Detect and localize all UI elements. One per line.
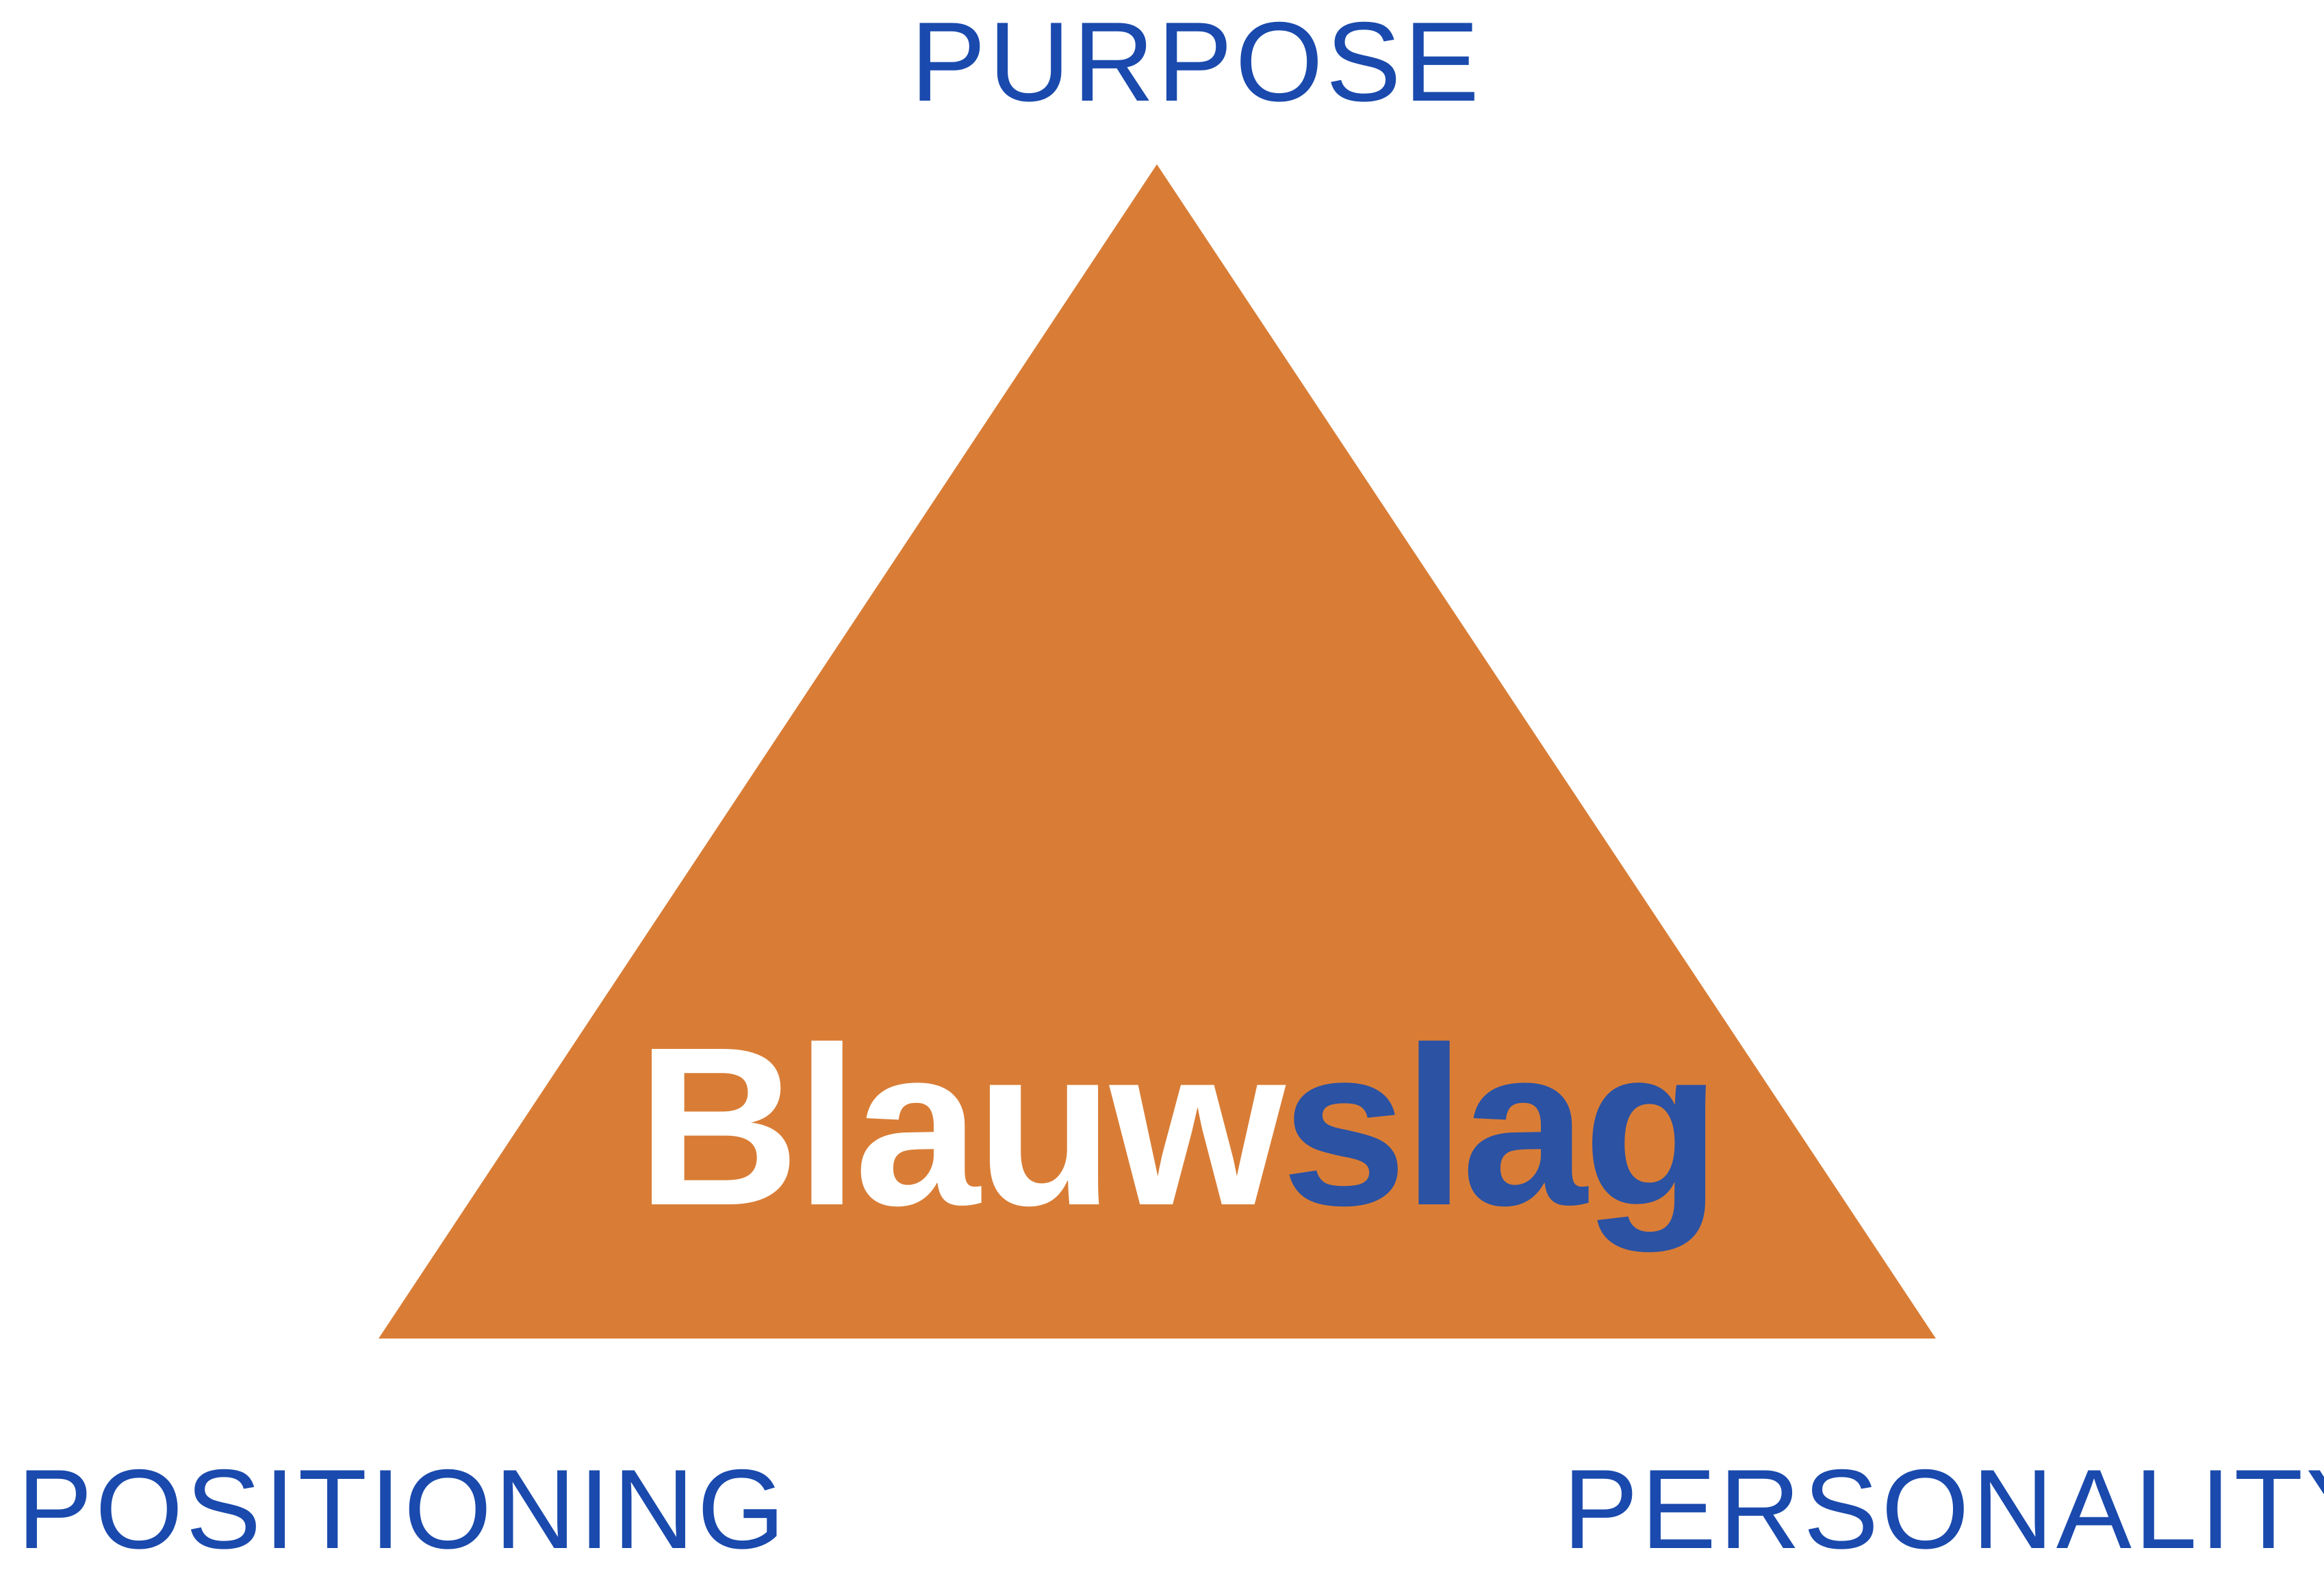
triangle-diagram bbox=[379, 164, 1936, 1339]
center-wordmark: Blauwslag bbox=[637, 1013, 1721, 1239]
label-positioning: POSITIONING bbox=[17, 1446, 788, 1572]
wordmark-part-1: Blauw bbox=[637, 1000, 1286, 1252]
wordmark-part-2: slag bbox=[1281, 1000, 1721, 1252]
label-personality: PERSONALITY bbox=[1563, 1446, 2324, 1572]
